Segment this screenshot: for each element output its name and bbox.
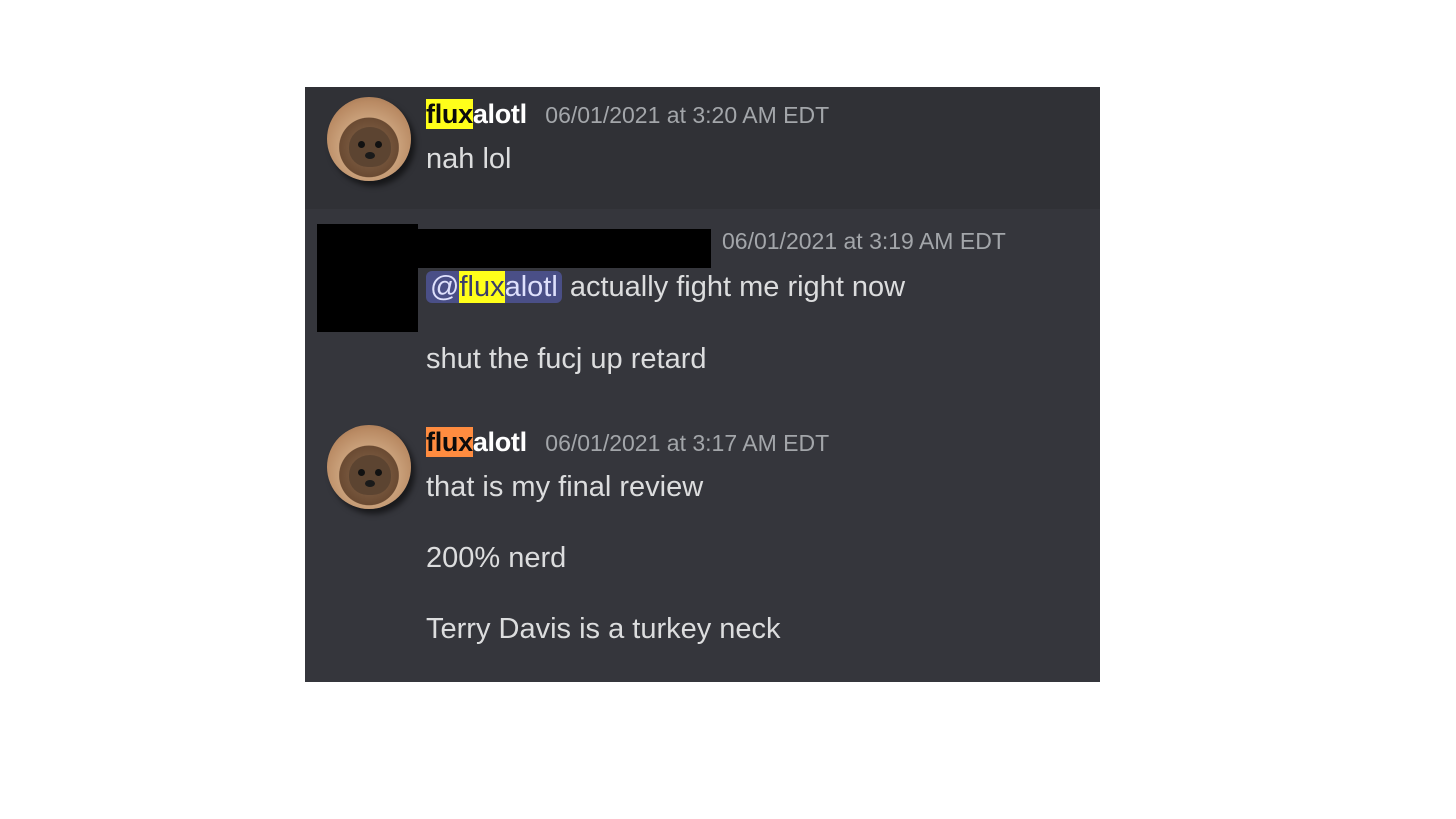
- otter-face-icon: [349, 455, 391, 495]
- redacted-username: [418, 229, 711, 268]
- timestamp: 06/01/2021 at 3:19 AM EDT: [722, 228, 1006, 254]
- redacted-avatar: [317, 224, 418, 332]
- message-group[interactable]: 06/01/2021 at 3:19 AM EDT @fluxalotl act…: [305, 209, 1100, 415]
- avatar[interactable]: [327, 425, 411, 509]
- username[interactable]: fluxalotl: [426, 99, 527, 129]
- username-rest: alotl: [472, 99, 527, 129]
- username[interactable]: fluxalotl: [426, 427, 527, 457]
- message-group[interactable]: fluxalotl 06/01/2021 at 3:20 AM EDT nah …: [305, 87, 1100, 209]
- timestamp: 06/01/2021 at 3:17 AM EDT: [545, 430, 830, 456]
- search-highlight: flux: [426, 99, 473, 129]
- chat-panel: fluxalotl 06/01/2021 at 3:20 AM EDT nah …: [305, 87, 1100, 682]
- user-mention[interactable]: @fluxalotl: [426, 271, 562, 303]
- message-text: that is my final review: [426, 471, 704, 503]
- message-text: @fluxalotl actually fight me right now: [426, 271, 905, 304]
- otter-face-icon: [349, 127, 391, 167]
- message-text: shut the fucj up retard: [426, 343, 707, 375]
- search-highlight: flux: [426, 427, 473, 457]
- timestamp: 06/01/2021 at 3:20 AM EDT: [545, 102, 830, 128]
- search-highlight: flux: [459, 271, 505, 303]
- message-text: nah lol: [426, 143, 512, 175]
- message-text-rest: actually fight me right now: [569, 271, 906, 303]
- message-text: 200% nerd: [426, 542, 567, 574]
- message-header: fluxalotl 06/01/2021 at 3:17 AM EDT: [426, 427, 829, 463]
- username-rest: alotl: [472, 427, 527, 457]
- message-group[interactable]: fluxalotl 06/01/2021 at 3:17 AM EDT that…: [305, 415, 1100, 682]
- message-text: Terry Davis is a turkey neck: [426, 613, 781, 645]
- avatar[interactable]: [327, 97, 411, 181]
- message-header: fluxalotl 06/01/2021 at 3:20 AM EDT: [426, 99, 829, 135]
- message-header: 06/01/2021 at 3:19 AM EDT: [722, 228, 1006, 264]
